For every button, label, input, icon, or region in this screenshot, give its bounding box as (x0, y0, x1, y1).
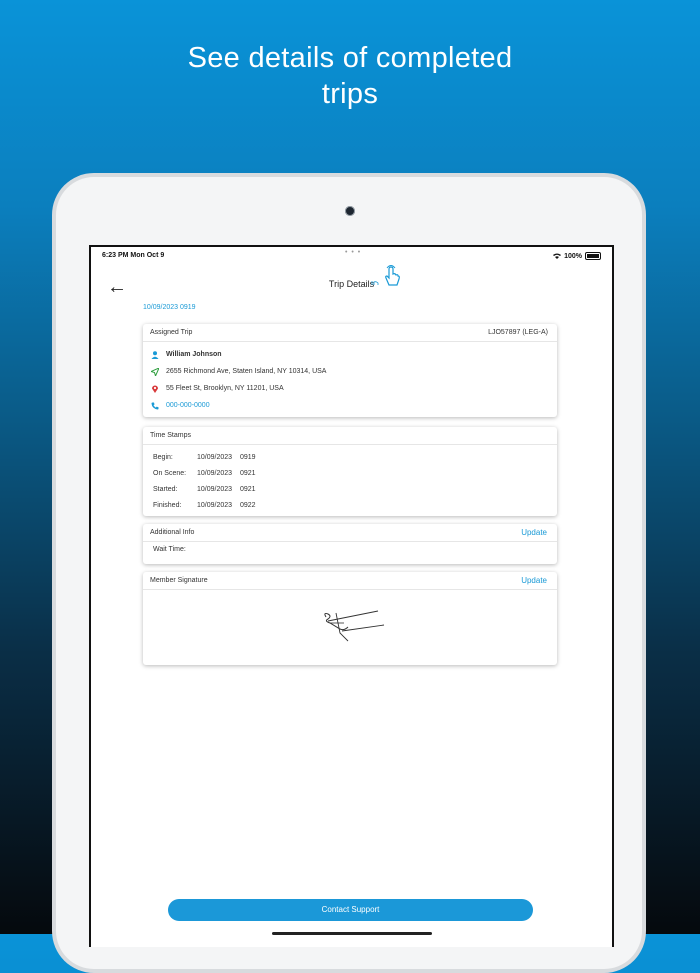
phone-row[interactable]: 000-000-0000 (143, 398, 557, 415)
timestamp-label: Begin: (153, 454, 173, 461)
timestamp-date: 10/09/2023 (197, 486, 233, 493)
tap-hand-icon (385, 265, 400, 286)
contact-support-button[interactable]: Contact Support (168, 899, 533, 921)
assigned-trip-header: Assigned Trip LJO57897 (LEG-A) (143, 324, 557, 342)
status-time: 6:23 PM Mon Oct 9 (102, 252, 165, 259)
timestamp-date: 10/09/2023 (197, 454, 233, 461)
additional-info-update-button[interactable]: Update (521, 528, 547, 537)
timestamp-row: Begin: 10/09/2023 0919 (143, 450, 557, 466)
multitask-dots[interactable]: • • • (345, 249, 361, 256)
timestamp-row: On Scene: 10/09/2023 0921 (143, 466, 557, 482)
time-stamps-card: Time Stamps Begin: 10/09/2023 0919 On Sc… (143, 427, 557, 516)
timestamp-time: 0921 (240, 486, 256, 493)
page-title-wrap: Trip Details (91, 279, 612, 289)
timestamp-row: Finished: 10/09/2023 0922 (143, 498, 557, 514)
assigned-trip-card: Assigned Trip LJO57897 (LEG-A) William J… (143, 324, 557, 417)
member-signature-header: Member Signature Update (143, 572, 557, 590)
timestamp-row: Started: 10/09/2023 0921 (143, 482, 557, 498)
pickup-address: 2655 Richmond Ave, Staten Island, NY 103… (166, 368, 327, 375)
trip-datetime: 10/09/2023 0919 (143, 304, 196, 311)
timestamp-time: 0921 (240, 470, 256, 477)
phone-number-link[interactable]: 000-000-0000 (166, 402, 210, 409)
timestamp-label: Finished: (153, 502, 182, 509)
timestamp-time: 0922 (240, 502, 256, 509)
assigned-trip-heading: Assigned Trip (150, 329, 193, 336)
tap-gesture-small-icon (371, 281, 379, 285)
additional-info-card: Additional Info Update Wait Time: (143, 524, 557, 564)
promo-headline-line1: See details of completed (187, 42, 513, 74)
timestamp-date: 10/09/2023 (197, 502, 233, 509)
member-name: William Johnson (166, 351, 222, 358)
front-camera (345, 206, 355, 216)
promo-headline-line2: trips (321, 78, 379, 110)
app-screen: 6:23 PM Mon Oct 9 • • • 100% ← Trip Deta… (89, 245, 614, 947)
member-signature-update-button[interactable]: Update (521, 576, 547, 585)
status-right: 100% (553, 252, 601, 260)
member-signature-heading: Member Signature (150, 577, 208, 584)
trip-id: LJO57897 (LEG-A) (488, 329, 548, 336)
dropoff-row: 55 Fleet St, Brooklyn, NY 11201, USA (143, 381, 557, 398)
timestamp-time: 0919 (240, 454, 256, 461)
promo-headline: See details of completed trips (0, 40, 700, 112)
battery-percent: 100% (564, 252, 582, 260)
pickup-row: 2655 Richmond Ave, Staten Island, NY 103… (143, 364, 557, 381)
timestamp-label: Started: (153, 486, 178, 493)
page-title: Trip Details (328, 279, 375, 289)
navigation-arrow-icon (151, 368, 159, 376)
wifi-icon (553, 253, 562, 259)
dropoff-address: 55 Fleet St, Brooklyn, NY 11201, USA (166, 385, 284, 392)
member-signature-card: Member Signature Update (143, 572, 557, 665)
time-stamps-heading: Time Stamps (150, 432, 191, 439)
timestamp-label: On Scene: (153, 470, 187, 477)
wait-time-row: Wait Time: (143, 542, 557, 558)
time-stamps-header: Time Stamps (143, 427, 557, 445)
person-icon (151, 351, 159, 359)
map-pin-icon (152, 385, 158, 393)
timestamp-date: 10/09/2023 (197, 470, 233, 477)
additional-info-heading: Additional Info (150, 529, 195, 536)
battery-icon (585, 252, 601, 260)
status-bar: 6:23 PM Mon Oct 9 • • • 100% (91, 247, 612, 265)
signature-image (324, 610, 385, 642)
additional-info-header: Additional Info Update (143, 524, 557, 542)
phone-icon (151, 402, 159, 410)
member-row: William Johnson (143, 347, 557, 364)
wait-time-label: Wait Time: (153, 546, 186, 553)
